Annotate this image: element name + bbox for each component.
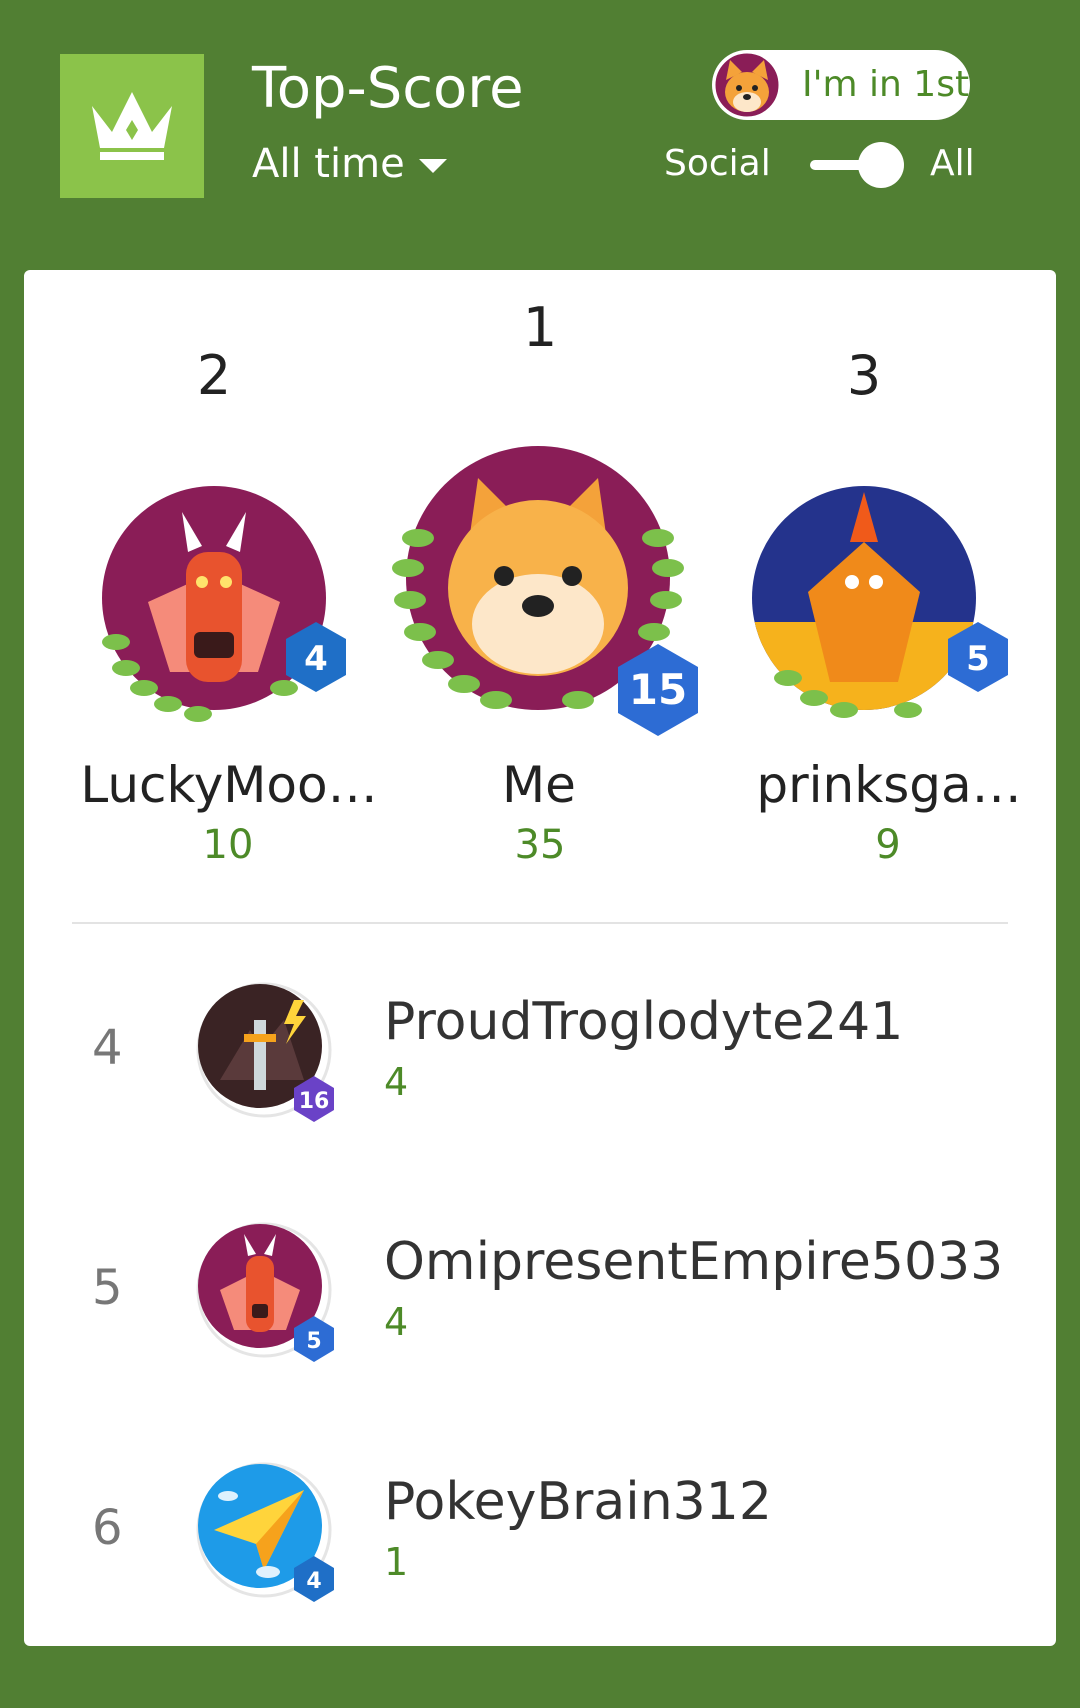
period-dropdown[interactable]: All time [252, 138, 447, 190]
row-level: 4 [306, 1569, 321, 1594]
table-row[interactable]: 6 4 PokeyBrain312 1 [24, 1460, 1056, 1620]
table-row[interactable]: 5 5 OmipresentEmpire5033 4 [24, 1220, 1056, 1380]
podium-name-2: LuckyMoo… [80, 756, 378, 814]
podium-level-3: 5 [966, 639, 990, 679]
table-row[interactable]: 4 16 ProudTroglodyte241 4 [24, 980, 1056, 1140]
row-rank: 5 [92, 1260, 123, 1316]
row-player-name: OmipresentEmpire5033 [384, 1232, 1004, 1292]
chevron-down-icon [418, 159, 447, 173]
scope-toggle[interactable]: Social All [660, 134, 990, 194]
crown-tile [60, 54, 204, 198]
podium-score-2: 10 [202, 822, 254, 868]
podium-place-3: 3 [846, 344, 882, 407]
podium-score-1: 35 [514, 822, 566, 868]
podium-place-2: 2 [196, 344, 232, 407]
page-title: Top-Score [252, 56, 524, 121]
podium: 2 4 LuckyMoo… 10 1 15 Me 35 3 5 prinksga… [24, 270, 1056, 910]
my-rank-label: I'm in 1st [802, 64, 970, 105]
crown-icon [92, 92, 172, 160]
row-player-name: ProudTroglodyte241 [384, 992, 904, 1052]
row-level: 5 [306, 1329, 321, 1354]
dragon-avatar-icon[interactable]: 4 [78, 482, 378, 732]
toggle-knob[interactable] [858, 142, 904, 188]
row-rank: 6 [92, 1500, 123, 1556]
podium-name-1: Me [502, 756, 576, 814]
leaderboard-header: Top-Score All time I'm in 1st Social All [0, 0, 1080, 260]
shiba-avatar-icon[interactable]: 15 [378, 438, 718, 738]
row-rank: 4 [92, 1020, 123, 1076]
row-score: 1 [384, 1540, 409, 1584]
toggle-all-label: All [930, 143, 975, 184]
dragon-avatar-icon: 5 [196, 1222, 334, 1362]
row-score: 4 [384, 1300, 409, 1344]
toggle-social-label: Social [664, 143, 771, 184]
row-score: 4 [384, 1060, 409, 1104]
leaderboard-card: 2 4 LuckyMoo… 10 1 15 Me 35 3 5 prinksga… [24, 270, 1056, 1646]
divider [72, 922, 1008, 924]
podium-level-2: 4 [304, 639, 328, 679]
my-rank-button[interactable]: I'm in 1st [712, 50, 970, 120]
shiba-avatar-icon [712, 50, 782, 120]
phoenix-avatar-icon[interactable]: 5 [748, 482, 1038, 732]
podium-name-3: prinksga… [756, 756, 1022, 814]
sword-avatar-icon: 16 [196, 982, 334, 1122]
podium-level-1: 15 [629, 665, 687, 714]
row-player-name: PokeyBrain312 [384, 1472, 772, 1532]
podium-place-1: 1 [522, 296, 558, 359]
podium-score-3: 9 [875, 822, 901, 868]
row-level: 16 [299, 1089, 330, 1114]
paper-plane-avatar-icon: 4 [196, 1462, 334, 1602]
period-label: All time [252, 141, 405, 187]
